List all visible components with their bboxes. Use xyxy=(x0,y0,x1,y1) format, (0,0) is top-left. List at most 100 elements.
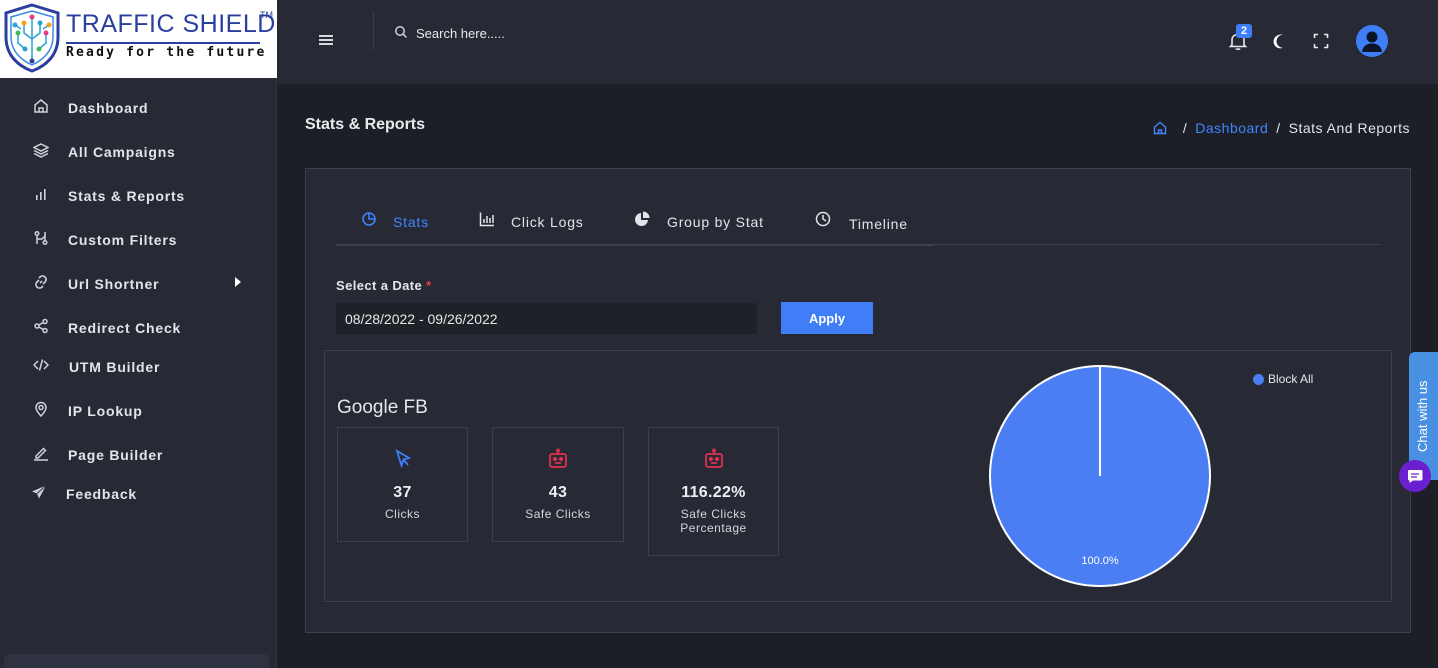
sidebar-item-label: UTM Builder xyxy=(69,359,161,375)
menu-toggle-icon[interactable] xyxy=(319,35,333,47)
avatar[interactable] xyxy=(1356,25,1388,57)
tab-underline xyxy=(455,244,608,246)
pie-slice-label: 100.0% xyxy=(1081,555,1119,567)
tab-click-logs[interactable]: Click Logs xyxy=(455,203,608,246)
caret-right-icon xyxy=(235,277,241,287)
topbar: 2 xyxy=(277,0,1438,84)
sidebar-item-custom-filters[interactable]: Custom Filters xyxy=(0,225,277,255)
sidebar-item-label: Feedback xyxy=(66,486,137,502)
required-mark: * xyxy=(426,278,432,293)
pie-chart: 100.0% xyxy=(989,365,1211,587)
date-label-text: Select a Date xyxy=(336,278,423,293)
stat-value: 43 xyxy=(548,484,568,501)
share-icon xyxy=(34,318,48,334)
brand-trademark: TM xyxy=(260,10,273,20)
legend-label: Block All xyxy=(1268,372,1314,386)
layers-icon xyxy=(33,143,49,158)
sidebar-item-label: Custom Filters xyxy=(68,232,178,248)
breadcrumb-separator: / xyxy=(1276,120,1281,136)
stat-value: 37 xyxy=(393,484,412,501)
sidebar-item-utm-builder[interactable]: UTM Builder xyxy=(0,352,277,382)
shield-logo-icon xyxy=(4,3,60,73)
code-icon xyxy=(33,359,49,371)
chat-label: Chat with us xyxy=(1415,380,1430,452)
sidebar-item-label: IP Lookup xyxy=(68,403,143,419)
sidebar-item-label: Dashboard xyxy=(68,100,149,116)
chat-icon xyxy=(1408,470,1423,483)
sidebar-bottom-panel xyxy=(4,654,269,668)
stats-panel xyxy=(324,350,1392,602)
brand-title: TRAFFIC SHIELD xyxy=(66,10,276,38)
filter-icon xyxy=(34,230,48,246)
breadcrumb: / Dashboard / Stats And Reports xyxy=(1153,120,1410,136)
tab-underline xyxy=(789,244,933,246)
tab-bar: Stats Click Logs Group by Stat Timeline xyxy=(336,203,1380,246)
stat-label: Safe Clicks Percentage xyxy=(680,507,747,535)
stat-box-safe-clicks: 43 Safe Clicks xyxy=(492,427,624,542)
brand-tagline: Ready for the future xyxy=(66,45,267,60)
stat-box-safe-clicks-percentage: 116.22% Safe Clicks Percentage xyxy=(648,427,779,556)
chat-bubble-button[interactable] xyxy=(1399,460,1431,492)
tab-stats[interactable]: Stats xyxy=(336,203,455,246)
sidebar-item-ip-lookup[interactable]: IP Lookup xyxy=(0,396,277,426)
bar-chart-icon xyxy=(36,189,46,200)
pie-chart-icon xyxy=(635,211,650,226)
stat-label: Safe Clicks xyxy=(525,507,591,521)
edit-icon xyxy=(34,447,48,461)
sidebar-item-all-campaigns[interactable]: All Campaigns xyxy=(0,137,277,167)
sidebar-item-label: Page Builder xyxy=(68,447,164,463)
apply-button[interactable]: Apply xyxy=(781,302,873,334)
clock-icon xyxy=(815,211,831,227)
tab-underline xyxy=(336,244,455,246)
date-label: Select a Date * xyxy=(336,278,432,293)
tab-label: Stats xyxy=(393,214,429,230)
tab-underline xyxy=(608,244,789,246)
sidebar-item-stats-reports[interactable]: Stats & Reports xyxy=(0,181,277,211)
breadcrumb-separator: / xyxy=(1182,120,1188,136)
legend-swatch xyxy=(1253,373,1264,385)
breadcrumb-current: Stats And Reports xyxy=(1288,120,1410,136)
breadcrumb-link-dashboard[interactable]: Dashboard xyxy=(1195,120,1268,136)
user-icon xyxy=(1362,31,1382,52)
brand-logo[interactable]: TRAFFIC SHIELD TM Ready for the future xyxy=(0,0,277,78)
tab-label: Group by Stat xyxy=(667,214,764,230)
cursor-icon xyxy=(394,449,411,469)
sidebar-item-label: All Campaigns xyxy=(68,144,176,160)
bar-chart-icon xyxy=(479,212,494,227)
search-icon xyxy=(395,26,408,39)
pie-chart-outline-icon xyxy=(362,212,376,226)
stat-box-clicks: 37 Clicks xyxy=(337,427,468,542)
sidebar-item-label: Url Shortner xyxy=(68,276,160,292)
home-icon xyxy=(34,99,48,113)
home-icon[interactable] xyxy=(1153,121,1167,135)
campaign-name: Google FB xyxy=(337,397,428,418)
tab-label: Timeline xyxy=(849,216,908,232)
chart-legend[interactable]: Block All xyxy=(1253,372,1313,386)
notification-badge: 2 xyxy=(1236,24,1252,38)
sidebar-item-url-shortner[interactable]: Url Shortner xyxy=(0,269,277,299)
link-icon xyxy=(35,275,47,289)
fullscreen-icon[interactable] xyxy=(1313,33,1329,49)
tab-group-by-stat[interactable]: Group by Stat xyxy=(608,203,789,246)
robot-icon xyxy=(549,448,567,468)
date-range-input[interactable] xyxy=(336,303,757,334)
robot-icon xyxy=(704,448,723,468)
topbar-divider xyxy=(373,12,374,50)
stat-value: 116.22% xyxy=(681,484,746,501)
tab-label: Click Logs xyxy=(511,214,584,230)
map-pin-icon xyxy=(35,401,47,417)
sidebar-item-redirect-check[interactable]: Redirect Check xyxy=(0,313,277,343)
moon-icon[interactable] xyxy=(1271,32,1289,50)
sidebar-item-page-builder[interactable]: Page Builder xyxy=(0,440,277,470)
page-title: Stats & Reports xyxy=(305,116,426,133)
sidebar-item-feedback[interactable]: Feedback xyxy=(0,479,277,509)
sidebar-item-label: Stats & Reports xyxy=(68,188,186,204)
send-icon xyxy=(32,485,47,499)
sidebar: TRAFFIC SHIELD TM Ready for the future D… xyxy=(0,0,277,668)
sidebar-item-dashboard[interactable]: Dashboard xyxy=(0,93,277,123)
stat-label: Clicks xyxy=(385,507,420,521)
tab-timeline[interactable]: Timeline xyxy=(789,203,933,246)
search-input[interactable] xyxy=(411,22,671,44)
sidebar-item-label: Redirect Check xyxy=(68,320,182,336)
brand-underline xyxy=(66,42,260,44)
